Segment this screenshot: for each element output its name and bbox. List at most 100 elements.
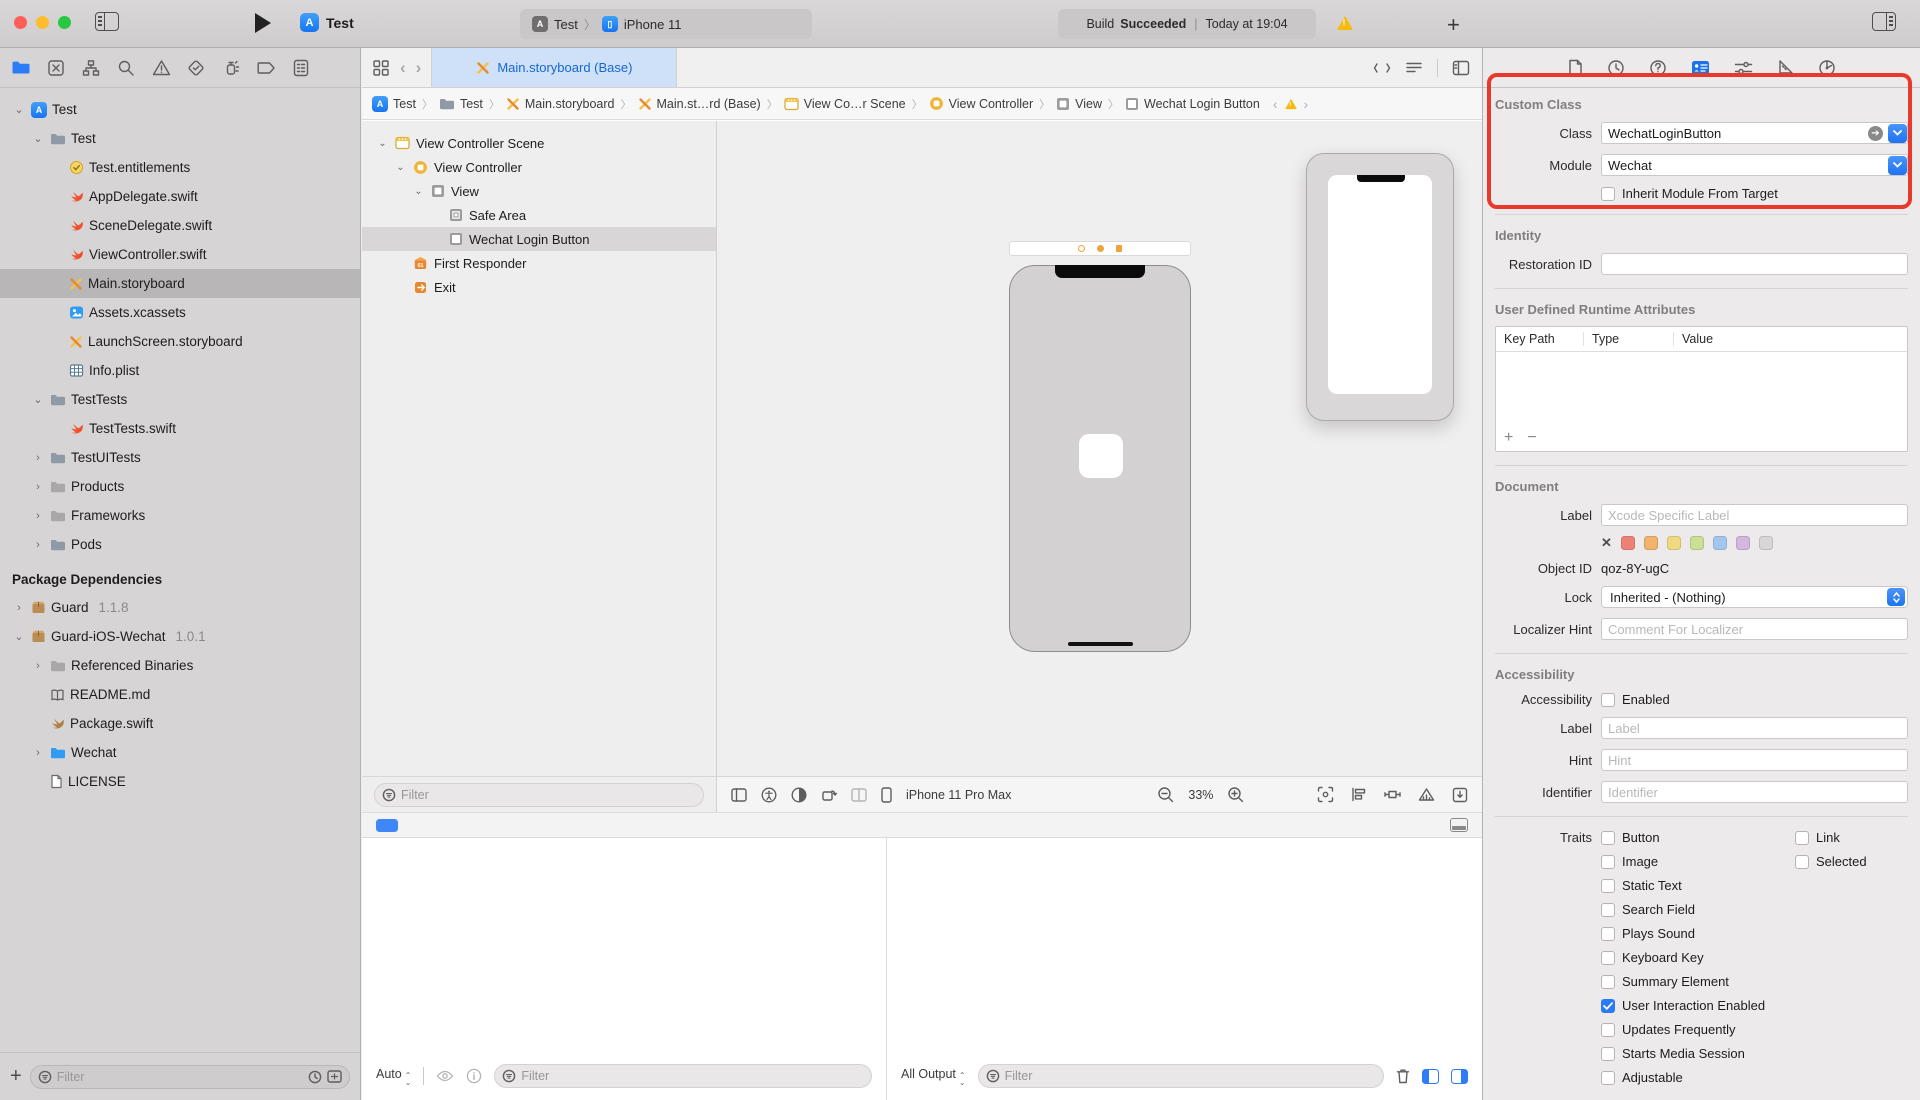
embed-button[interactable] [1452,787,1468,803]
breakpoint-entry-chip[interactable] [376,819,398,832]
outline-row[interactable]: 01 First Responder [362,251,716,275]
file-row[interactable]: AppDelegate.swift [0,182,360,211]
find-navigator-tab[interactable] [115,57,137,79]
label-color-swatch[interactable] [1667,536,1681,550]
report-navigator-tab[interactable] [290,57,312,79]
clear-console-button[interactable] [1396,1068,1410,1084]
file-row[interactable]: ⌄ TestTests [0,385,360,414]
outline-row[interactable]: Safe Area [362,203,716,227]
quicklook-icon[interactable] [436,1070,454,1082]
navigator-filter-field[interactable] [30,1065,350,1089]
trait-checkbox[interactable] [1601,1071,1615,1085]
file-row[interactable]: README.md [0,680,360,709]
editor-options-icon[interactable] [1405,61,1423,75]
trait-item[interactable]: Static Text [1495,878,1795,893]
identity-inspector-tab[interactable] [1691,60,1710,76]
accessibility-label-field[interactable] [1601,717,1908,739]
zoom-window-button[interactable] [58,16,71,29]
file-inspector-tab[interactable] [1568,59,1583,77]
exit-icon[interactable] [1116,245,1122,252]
toggle-left-sidebar-button[interactable] [95,12,119,31]
label-color-swatch[interactable] [1690,536,1704,550]
disclosure-closed-icon[interactable]: › [12,602,26,614]
remove-attribute-button[interactable]: − [1527,429,1536,447]
trait-checkbox[interactable] [1795,855,1809,869]
trait-checkbox[interactable] [1601,999,1615,1013]
disclosure-open-icon[interactable]: ⌄ [31,393,45,406]
accessibility-hint-field[interactable] [1601,749,1908,771]
outline-row[interactable]: Wechat Login Button [362,227,716,251]
lock-popup-button[interactable]: Inherited - (Nothing) [1601,586,1908,608]
file-row[interactable]: LaunchScreen.storyboard [0,327,360,356]
back-button[interactable]: ‹ [400,58,406,78]
trait-checkbox[interactable] [1601,927,1615,941]
console-output-selector[interactable]: All Output⌃⌄ [901,1067,966,1086]
zoom-level[interactable]: 33% [1188,788,1213,802]
attributes-inspector-tab[interactable] [1734,60,1753,76]
toggle-debug-area-button[interactable] [1450,818,1468,832]
outline-row[interactable]: ⌄ View Controller [362,155,716,179]
file-row[interactable]: ViewController.swift [0,240,360,269]
outline-filter-input[interactable] [401,788,696,802]
source-control-tab[interactable] [45,57,67,79]
first-responder-icon[interactable] [1097,245,1104,252]
file-row[interactable]: › Referenced Binaries [0,651,360,680]
file-row[interactable]: Info.plist [0,356,360,385]
run-button[interactable] [255,13,271,33]
file-row[interactable]: ⌄ Test [0,124,360,153]
show-variables-button[interactable] [1422,1069,1439,1084]
restoration-id-field[interactable] [1601,253,1908,275]
disclosure-open-icon[interactable]: ⌄ [412,186,425,197]
minimize-window-button[interactable] [36,16,49,29]
jump-bar-item[interactable]: Wechat Login Button [1125,97,1260,111]
jump-bar-item[interactable]: View Controller [929,96,1034,111]
update-frames-button[interactable] [1317,786,1334,803]
inherit-module-checkbox[interactable] [1601,187,1615,201]
trait-item[interactable]: User Interaction Enabled [1495,998,1795,1013]
add-constraints-button[interactable] [1384,787,1401,802]
disclosure-open-icon[interactable]: ⌄ [12,630,26,643]
trait-checkbox[interactable] [1601,951,1615,965]
add-attribute-button[interactable]: + [1504,429,1513,447]
device-icon[interactable] [881,787,892,803]
forward-button[interactable]: › [416,58,422,78]
inherit-module-checkbox-row[interactable]: Inherit Module From Target [1601,186,1778,201]
show-console-button[interactable] [1451,1069,1468,1084]
jump-bar-item[interactable]: View Co…r Scene [784,97,906,111]
connections-inspector-tab[interactable] [1818,59,1836,77]
disclosure-open-icon[interactable]: ⌄ [31,132,45,145]
file-row[interactable]: Test.entitlements [0,153,360,182]
variables-scope-selector[interactable]: Auto⌃⌄ [376,1067,411,1086]
disclosure-open-icon[interactable]: ⌄ [394,162,407,173]
disclosure-closed-icon[interactable]: › [31,452,45,464]
history-inspector-tab[interactable] [1607,59,1625,77]
add-tab-button[interactable]: + [1447,12,1460,38]
disclosure-closed-icon[interactable]: › [31,747,45,759]
jump-bar-item[interactable]: Test [439,97,483,111]
next-issue-button[interactable]: › [1304,96,1309,112]
zoom-out-button[interactable] [1157,786,1174,803]
jump-bar-item[interactable]: ATest [372,96,416,112]
trait-checkbox[interactable] [1601,975,1615,989]
adaptation-icon[interactable] [851,788,867,802]
device-config-button[interactable]: iPhone 11 Pro Max [906,788,1011,802]
disclosure-open-icon[interactable]: ⌄ [376,138,389,149]
trait-item[interactable]: Selected [1795,854,1867,869]
code-review-icon[interactable] [1373,61,1391,75]
quick-help-inspector-tab[interactable] [1649,59,1667,77]
variables-filter-field[interactable] [494,1064,872,1088]
accessibility-enabled-row[interactable]: Enabled [1601,692,1670,707]
jump-bar-item[interactable]: View [1056,97,1102,111]
file-row[interactable]: Assets.xcassets [0,298,360,327]
trait-checkbox[interactable] [1601,831,1615,845]
trait-checkbox[interactable] [1601,855,1615,869]
disclosure-closed-icon[interactable]: › [31,481,45,493]
console-filter-input[interactable] [1005,1069,1376,1083]
editor-tab[interactable]: Main.storyboard (Base) [431,48,677,87]
trait-item[interactable]: Updates Frequently [1495,1022,1795,1037]
file-row[interactable]: › Pods [0,530,360,559]
trait-item[interactable]: Link [1795,830,1840,845]
test-navigator-tab[interactable] [185,57,207,79]
file-row[interactable]: Package.swift [0,709,360,738]
related-items-icon[interactable] [372,59,390,77]
